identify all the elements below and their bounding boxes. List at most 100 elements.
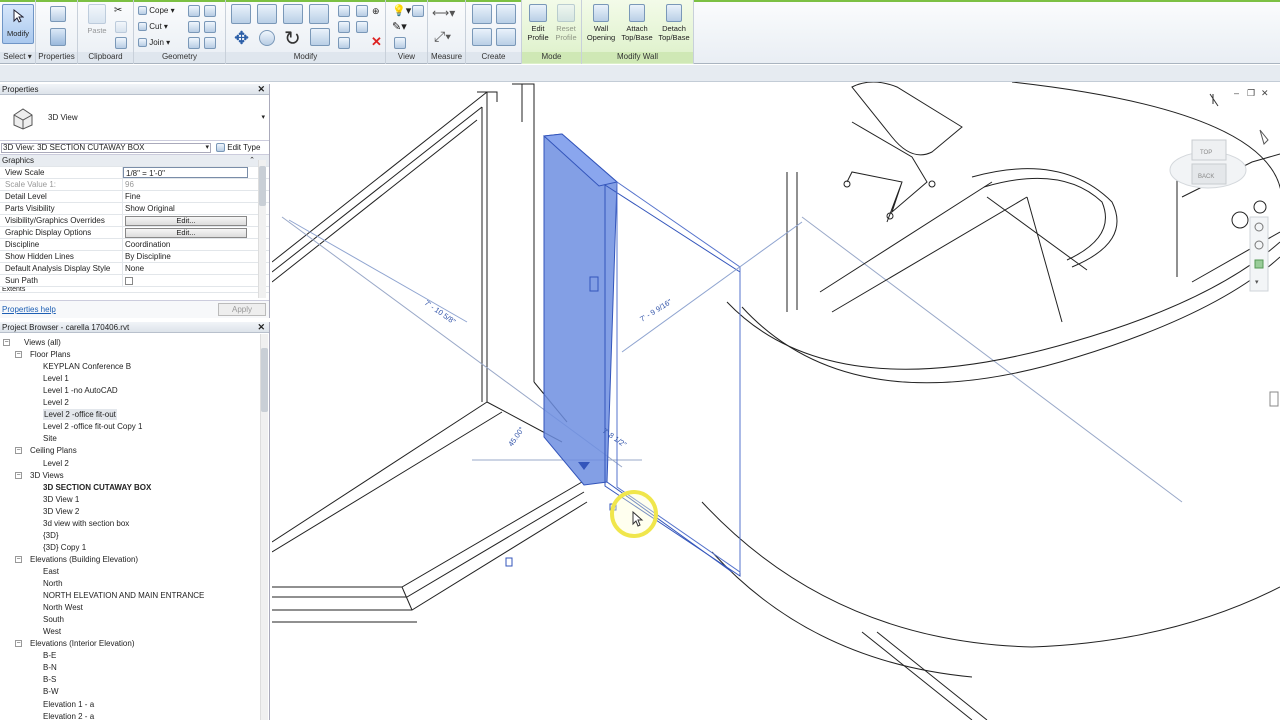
trim-extend-icon[interactable] bbox=[310, 28, 330, 46]
wall-opening-button[interactable]: Wall Opening bbox=[584, 4, 618, 42]
browser-item[interactable]: North West bbox=[43, 602, 83, 613]
browser-item[interactable]: B-E bbox=[43, 650, 56, 661]
demolish-icon[interactable] bbox=[188, 37, 200, 49]
reset-profile-button[interactable]: Reset Profile bbox=[552, 4, 580, 42]
browser-item[interactable]: 3D SECTION CUTAWAY BOX bbox=[43, 482, 151, 493]
property-value[interactable]: 96 bbox=[123, 179, 248, 190]
property-row[interactable]: Detail Level Fine bbox=[0, 191, 269, 203]
align-icon[interactable] bbox=[231, 4, 251, 24]
pin-icon[interactable] bbox=[338, 37, 350, 49]
create-parts-icon[interactable] bbox=[496, 4, 516, 24]
browser-item[interactable]: Elevations (Interior Elevation) bbox=[30, 638, 135, 649]
paste-button[interactable]: Paste bbox=[84, 4, 110, 35]
browser-item[interactable]: West bbox=[43, 626, 61, 637]
paint-icon[interactable] bbox=[188, 21, 200, 33]
browser-item[interactable]: Elevations (Building Elevation) bbox=[30, 554, 138, 565]
browser-item[interactable]: NORTH ELEVATION AND MAIN ENTRANCE bbox=[43, 590, 204, 601]
property-row[interactable]: View Scale 1/8" = 1'-0" bbox=[0, 167, 269, 179]
browser-item[interactable]: Elevation 1 - a bbox=[43, 699, 94, 710]
tree-collapse-icon[interactable]: − bbox=[15, 351, 22, 359]
property-row[interactable]: Scale Value 1: 96 bbox=[0, 179, 269, 191]
edit-button[interactable]: Edit... bbox=[125, 216, 247, 226]
split-face-icon[interactable] bbox=[204, 5, 216, 17]
tree-collapse-icon[interactable]: − bbox=[15, 447, 22, 455]
browser-item[interactable]: Level 1 -no AutoCAD bbox=[43, 385, 118, 396]
browser-item[interactable]: Views (all) bbox=[24, 337, 61, 348]
cut-scissors-icon[interactable]: ✂ bbox=[114, 5, 122, 16]
lightbulb-icon[interactable]: 💡▾ bbox=[392, 4, 411, 17]
property-value[interactable]: None bbox=[123, 263, 248, 274]
detach-top-base-button[interactable]: Detach Top/Base bbox=[656, 4, 692, 42]
browser-item[interactable]: North bbox=[43, 578, 63, 589]
mirror-pick-axis-icon[interactable] bbox=[283, 4, 303, 24]
delete-icon[interactable]: ✕ bbox=[371, 34, 382, 50]
cut-geometry-button[interactable]: Cut ▾ bbox=[138, 22, 168, 32]
unpin-icon[interactable]: ⊕ bbox=[372, 6, 380, 17]
type-selector[interactable]: 3D View ▾ bbox=[0, 95, 269, 141]
minimize-view-icon[interactable]: – bbox=[1234, 88, 1239, 98]
browser-item[interactable]: Level 2 -office fit-out bbox=[43, 409, 117, 421]
browser-item[interactable]: Elevation 2 - a bbox=[43, 711, 94, 720]
property-row[interactable]: Visibility/Graphics Overrides Edit... bbox=[0, 215, 269, 227]
browser-close-icon[interactable]: ✕ bbox=[257, 322, 265, 333]
tree-collapse-icon[interactable]: − bbox=[15, 555, 22, 563]
tree-collapse-icon[interactable]: − bbox=[15, 471, 22, 479]
browser-item[interactable]: B-W bbox=[43, 686, 59, 697]
property-value[interactable]: Fine bbox=[123, 191, 248, 202]
viewcube-top-label[interactable]: TOP bbox=[1200, 150, 1212, 156]
property-row[interactable]: Show Hidden Lines By Discipline bbox=[0, 251, 269, 263]
dimension-label-1[interactable]: 7' - 10 5/8" bbox=[423, 298, 458, 326]
hide-icon[interactable] bbox=[412, 5, 424, 17]
browser-item[interactable]: B-N bbox=[43, 662, 57, 673]
property-value[interactable] bbox=[123, 275, 248, 286]
property-value[interactable]: Show Original bbox=[123, 203, 248, 214]
split-element-icon[interactable] bbox=[338, 5, 350, 17]
property-row[interactable]: Sun Path bbox=[0, 275, 269, 287]
browser-item[interactable]: East bbox=[43, 566, 59, 577]
property-value[interactable]: By Discipline bbox=[123, 251, 248, 262]
properties-icon[interactable] bbox=[50, 28, 66, 46]
grip-handle[interactable] bbox=[505, 557, 513, 567]
browser-item[interactable]: Level 2 -office fit-out Copy 1 bbox=[43, 421, 142, 432]
scale-icon[interactable] bbox=[356, 21, 368, 33]
browser-item[interactable]: Level 2 bbox=[43, 458, 69, 469]
rotate-icon[interactable]: ↻ bbox=[284, 26, 301, 51]
sun-path-checkbox[interactable] bbox=[125, 277, 133, 285]
browser-item[interactable]: Ceiling Plans bbox=[30, 445, 77, 456]
type-properties-icon[interactable] bbox=[50, 6, 66, 22]
browser-item[interactable]: 3D Views bbox=[30, 470, 64, 481]
edit-profile-button[interactable]: Edit Profile bbox=[524, 4, 552, 42]
property-row[interactable]: Default Analysis Display Style None bbox=[0, 263, 269, 275]
restore-view-icon[interactable]: ❐ bbox=[1247, 88, 1255, 98]
type-dropdown-icon[interactable]: ▾ bbox=[261, 113, 265, 121]
model-canvas[interactable]: 7' - 10 5/8" 7' - 9 9/16" 45.00° 7' 8 1/… bbox=[272, 82, 1280, 720]
close-view-icon[interactable]: ✕ bbox=[1261, 88, 1269, 98]
dimension-label-2[interactable]: 7' - 9 9/16" bbox=[638, 297, 673, 324]
browser-item[interactable]: B-S bbox=[43, 674, 56, 685]
browser-item[interactable]: South bbox=[43, 614, 64, 625]
property-row[interactable]: Discipline Coordination bbox=[0, 239, 269, 251]
measure-icon[interactable]: ⟷▾ bbox=[432, 6, 455, 20]
pick-icon[interactable] bbox=[204, 37, 216, 49]
create-group-icon[interactable] bbox=[472, 28, 492, 46]
edit-button[interactable]: Edit... bbox=[125, 228, 247, 238]
browser-item[interactable]: {3D} bbox=[43, 530, 59, 541]
browser-item[interactable]: {3D} Copy 1 bbox=[43, 542, 86, 553]
property-value[interactable]: Edit... bbox=[123, 215, 248, 226]
select-panel-label[interactable]: Select ▾ bbox=[0, 52, 35, 63]
browser-scroll-thumb[interactable] bbox=[261, 348, 268, 412]
apply-button[interactable]: Apply bbox=[218, 303, 266, 316]
properties-close-icon[interactable]: ✕ bbox=[257, 84, 265, 95]
create-assembly-icon[interactable] bbox=[472, 4, 492, 24]
instance-selector[interactable]: 3D View: 3D SECTION CUTAWAY BOX ▾ bbox=[1, 143, 211, 153]
property-value[interactable]: Coordination bbox=[123, 239, 248, 250]
navigation-bar[interactable]: ▾ bbox=[1249, 216, 1269, 292]
edit-type-button[interactable]: Edit Type bbox=[216, 143, 260, 153]
properties-help-link[interactable]: Properties help bbox=[2, 305, 56, 314]
dimension-icon[interactable]: ⤢▾ bbox=[434, 28, 451, 45]
viewport-scroll-handle[interactable] bbox=[1269, 391, 1279, 407]
viewcube-back-label[interactable]: BACK bbox=[1198, 174, 1214, 180]
modify-button[interactable]: Modify bbox=[2, 4, 34, 44]
graphics-group-header[interactable]: Graphics ⌃ bbox=[0, 155, 269, 167]
create-similar-icon[interactable] bbox=[496, 28, 516, 46]
